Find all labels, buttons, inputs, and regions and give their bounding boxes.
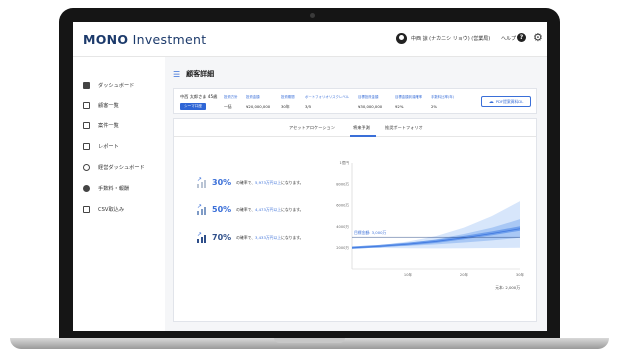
sidebar-item-fees[interactable]: 手数料・報酬 (83, 181, 129, 195)
growth-chart-icon: ↗ (196, 177, 209, 188)
laptop-notch (274, 338, 345, 343)
info-field: 投資期間 30年 (281, 94, 295, 110)
customer-summary-card: 中西 太郎さま 45歳 シーマ口座 投資方針 一括 投資金額 ¥20,000,0… (173, 88, 537, 114)
probability-text: の確率で、4,473万円以上になります。 (236, 206, 304, 212)
page-title: 顧客詳細 (186, 70, 215, 78)
info-field: 目標投資金額 ¥30,000,000 (358, 94, 382, 109)
tab-bar: アセットアロケーション 将来予測 推奨ポートフォリオ (174, 119, 536, 137)
info-field-label: ポートフォリオリスクレベル (305, 95, 350, 99)
brand-name-bold: MONO (83, 32, 129, 47)
pdf-download-label: PDF提案資料DL (495, 98, 524, 104)
forecast-card: アセットアロケーション 将来予測 推奨ポートフォリオ ↗ 30% の確率で、5,… (173, 118, 537, 322)
forecast-chart: 1億円 8000万 6000万 4000万 2000万 10年 20年 30年 目標金額: 3,… (336, 160, 525, 290)
account-type-badge: シーマ口座 (180, 103, 206, 110)
sidebar-item-reports[interactable]: レポート (83, 139, 119, 153)
growth-chart-icon: ↗ (196, 232, 209, 243)
probability-amount: 5,973万円以上 (255, 179, 282, 185)
customer-name: 中西 太郎さま 45歳 (180, 94, 218, 99)
growth-chart-icon: ↗ (196, 204, 209, 215)
probability-text: の確率で、3,433万円以上になります。 (236, 234, 304, 240)
probability-row: ↗ 30% の確率で、5,973万円以上になります。 (196, 177, 303, 188)
sidebar-item-label: レポート (98, 143, 119, 150)
sidebar-item-label: ダッシュボード (98, 82, 135, 89)
y-tick-label: 1億円 (340, 160, 350, 165)
info-field-label: 投資金額 (246, 95, 260, 99)
probability-text: の確率で、5,973万円以上になります。 (236, 179, 304, 185)
help-icon[interactable]: ? (517, 33, 526, 42)
info-field-label: 投資期間 (281, 95, 295, 99)
fee-icon (83, 184, 90, 192)
y-tick-label: 6000万 (336, 204, 349, 208)
menu-list-icon: ☰ (173, 69, 181, 79)
sidebar-item-customers[interactable]: 顧客一覧 (83, 98, 119, 112)
sidebar-item-csv-import[interactable]: CSV取込み (83, 202, 124, 216)
sidebar: ダッシュボード 顧客一覧 案件一覧 レポート 経営ダッシュボード 手数料・報酬 … (73, 57, 165, 331)
tab-asset-allocation[interactable]: アセットアロケーション (289, 125, 335, 131)
tab-recommended-portfolio[interactable]: 推奨ポートフォリオ (385, 125, 423, 131)
app-screen: MONO Investment 中西 諒 (ナカニシ リョウ) (営業局) ヘル… (73, 22, 547, 331)
sidebar-item-cases[interactable]: 案件一覧 (83, 118, 119, 132)
info-field-value: 2% (431, 104, 438, 109)
header-bar: MONO Investment 中西 諒 (ナカニシ リョウ) (営業局) ヘル… (73, 22, 547, 57)
info-field-label: 目標投資金額 (358, 95, 379, 99)
tab-forecast[interactable]: 将来予測 (353, 125, 370, 131)
x-tick-label: 20年 (460, 272, 469, 277)
info-field: 投資金額 ¥20,000,000 (246, 94, 270, 109)
sidebar-item-dashboard[interactable]: ダッシュボード (83, 78, 134, 92)
info-field: 目標金額到達確率 92% (395, 94, 422, 109)
probability-row: ↗ 70% の確率で、3,433万円以上になります。 (196, 232, 303, 243)
help-link[interactable]: ヘルプ (501, 35, 516, 42)
cases-icon (83, 121, 90, 129)
webcam (310, 13, 315, 18)
y-tick-label: 8000万 (336, 182, 349, 186)
sidebar-item-label: 案件一覧 (98, 122, 119, 129)
info-field-label: 投資方針 (224, 95, 238, 99)
main-content: ☰ 顧客詳細 中西 太郎さま 45歳 シーマ口座 投資方針 一括 投資金額 ¥2… (165, 57, 547, 331)
sidebar-item-management-dashboard[interactable]: 経営ダッシュボード (83, 160, 145, 174)
user-avatar-icon[interactable] (396, 33, 407, 44)
list-icon (83, 101, 90, 109)
user-name[interactable]: 中西 諒 (ナカニシ リョウ) (営業局) (411, 35, 490, 42)
info-field-label: 目標金額到達確率 (395, 95, 423, 99)
pdf-download-button[interactable]: ☁ PDF提案資料DL (481, 96, 531, 107)
info-field: 手数料比率(年) 2% (431, 94, 454, 109)
sidebar-item-label: CSV取込み (98, 206, 125, 213)
probability-percent: 30% (212, 178, 232, 187)
info-field-label: 手数料比率(年) (431, 95, 454, 99)
x-tick-label: 30年 (516, 272, 525, 277)
info-field-value: 一括 (224, 104, 232, 109)
info-field-value: 92% (395, 104, 404, 109)
brand-name-rest: Investment (128, 32, 207, 47)
info-field-value: ¥30,000,000 (358, 104, 383, 109)
info-field-value: 30年 (281, 104, 290, 109)
probability-percent: 70% (212, 233, 232, 242)
sidebar-item-label: 顧客一覧 (98, 102, 119, 109)
brand-logo[interactable]: MONO Investment (83, 32, 206, 47)
cloud-download-icon: ☁ (488, 98, 494, 105)
dashboard-icon (83, 81, 90, 89)
report-icon (83, 142, 90, 150)
sidebar-item-label: 手数料・報酬 (98, 185, 130, 192)
principal-note: 元本: 2,000万 (495, 285, 520, 290)
y-tick-label: 4000万 (336, 225, 349, 229)
info-field: 投資方針 一括 (224, 94, 238, 110)
info-field: ポートフォリオリスクレベル 3/5 (305, 94, 349, 109)
y-tick-label: 2000万 (336, 246, 349, 250)
page-header: ☰ 顧客詳細 (173, 69, 214, 79)
active-tab-indicator (350, 135, 376, 137)
sidebar-item-label: 経営ダッシュボード (98, 164, 145, 171)
import-icon (83, 205, 90, 213)
probability-amount: 3,433万円以上 (255, 234, 282, 240)
org-chart-icon (83, 163, 90, 171)
target-label: 目標金額: 3,000万 (354, 230, 387, 235)
probability-row: ↗ 50% の確率で、4,473万円以上になります。 (196, 204, 303, 215)
x-tick-label: 10年 (404, 272, 413, 277)
probability-amount: 4,473万円以上 (255, 206, 282, 212)
info-field-value: 3/5 (305, 104, 312, 109)
probability-percent: 50% (212, 205, 232, 214)
gear-icon[interactable]: ⚙ (533, 31, 543, 44)
info-field-value: ¥20,000,000 (246, 104, 271, 109)
